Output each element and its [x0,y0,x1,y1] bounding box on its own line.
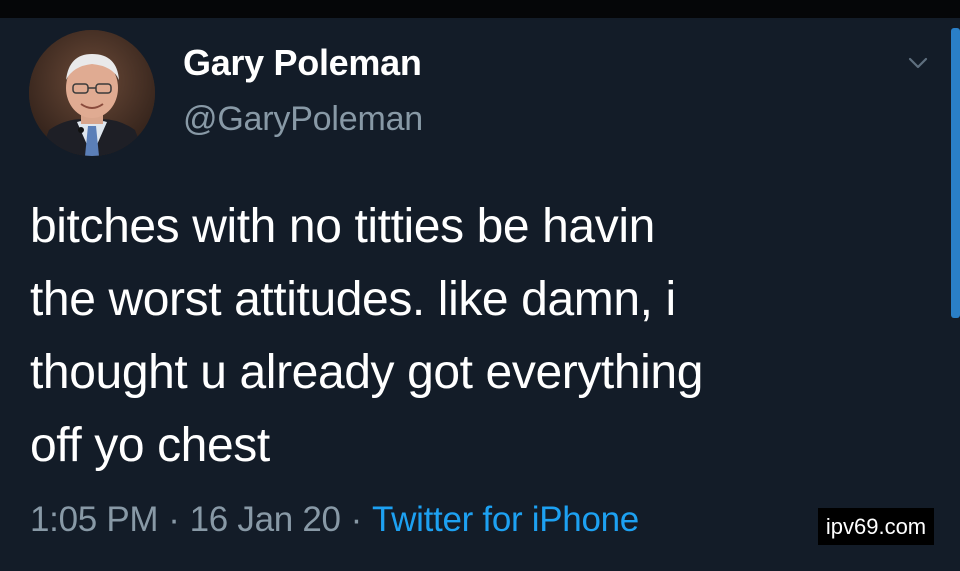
top-bar [0,0,960,18]
tweet-time[interactable]: 1:05 PM [30,500,159,539]
avatar-image [29,30,155,156]
separator: · [168,500,180,539]
tweet-text-line: thought u already got everything [30,346,704,399]
separator: · [350,500,363,539]
chevron-down-icon[interactable] [903,50,933,76]
user-handle[interactable]: @GaryPoleman [183,100,423,139]
scrollbar[interactable] [951,28,960,318]
tweet-text-line: the worst attitudes. like damn, i [30,273,676,326]
tweet-text-line: bitches with no titties be havin [30,200,655,253]
tweet-screenshot: Gary Poleman @GaryPoleman bitches with n… [0,0,960,571]
watermark: ipv69.com [818,508,934,545]
tweet-text: bitches with no titties be havin the wor… [30,190,910,482]
tweet-text-line: off yo chest [30,419,270,472]
tweet-date[interactable]: 16 Jan 20 [190,500,341,539]
avatar[interactable] [29,30,155,156]
display-name[interactable]: Gary Poleman [183,42,422,84]
tweet-metadata: 1:05 PM · 16 Jan 20 · Twitter for iPhone [30,500,639,540]
tweet-source-link[interactable]: Twitter for iPhone [372,500,639,539]
